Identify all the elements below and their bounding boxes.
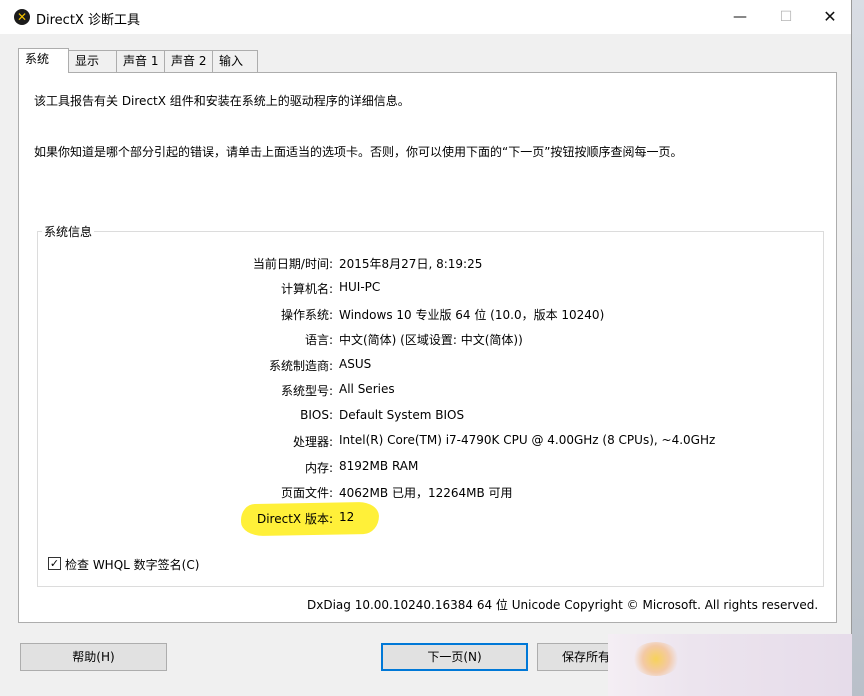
info-value-bios: Default System BIOS [339,408,465,422]
info-value-model: All Series [339,382,395,396]
info-value-manufacturer: ASUS [339,357,372,371]
system-info-group-title: 系统信息 [42,223,95,240]
desktop-background [852,0,864,696]
info-value-datetime: 2015年8月27日, 8:19:25 [339,257,483,271]
directx-diag-window: ✕ DirectX 诊断工具 — ☐ ✕ 系统 显示 声音 1 声音 2 输入 … [0,0,852,696]
info-value-directx-version: 12 [339,510,355,524]
intro-text-2: 如果你知道是哪个部分引起的错误，请单击上面适当的选项卡。否则，你可以使用下面的“… [34,145,683,159]
maximize-button[interactable]: ☐ [763,0,809,34]
help-button[interactable]: 帮助(H) [20,643,167,671]
tab-sound-1[interactable]: 声音 1 [116,50,165,72]
close-button[interactable]: ✕ [807,0,853,34]
info-label-processor: 处理器: [292,435,333,449]
info-label-language: 语言: [304,333,333,347]
next-page-button[interactable]: 下一页(N) [381,643,528,671]
info-label-manufacturer: 系统制造商: [268,359,333,373]
watermark-glow [632,642,680,676]
tab-input[interactable]: 输入 [212,50,258,72]
tab-system[interactable]: 系统 [18,48,69,73]
info-label-os: 操作系统: [280,308,333,322]
info-value-processor: Intel(R) Core(TM) i7-4790K CPU @ 4.00GHz… [339,433,716,447]
title-bar[interactable]: ✕ DirectX 诊断工具 — ☐ ✕ [0,0,851,34]
minimize-button[interactable]: — [717,0,763,34]
window-title: DirectX 诊断工具 [36,13,140,28]
watermark-overlay [608,634,852,696]
directx-x-icon: ✕ [14,9,30,25]
info-label-computer-name: 计算机名: [280,282,333,296]
info-label-directx-version: DirectX 版本: [256,512,333,526]
intro-text-1: 该工具报告有关 DirectX 组件和安装在系统上的驱动程序的详细信息。 [34,94,410,108]
info-label-model: 系统型号: [280,384,333,398]
dxdiag-version-info: DxDiag 10.00.10240.16384 64 位 Unicode Co… [307,598,819,612]
info-value-page-file: 4062MB 已用，12264MB 可用 [339,486,513,500]
info-value-os: Windows 10 专业版 64 位 (10.0，版本 10240) [339,308,605,322]
whql-checkbox[interactable]: ✓ [48,557,61,570]
whql-checkbox-label[interactable]: 检查 WHQL 数字签名(C) [65,556,199,573]
info-label-bios: BIOS: [300,408,333,422]
info-value-language: 中文(简体) (区域设置: 中文(简体)) [339,333,523,347]
tab-display[interactable]: 显示 [68,50,117,72]
info-value-computer-name: HUI-PC [339,280,381,294]
info-label-memory: 内存: [304,461,333,475]
info-value-memory: 8192MB RAM [339,459,419,473]
info-label-datetime: 当前日期/时间: [252,257,333,271]
tab-sound-2[interactable]: 声音 2 [164,50,213,72]
info-label-page-file: 页面文件: [280,486,333,500]
system-tab-panel: 该工具报告有关 DirectX 组件和安装在系统上的驱动程序的详细信息。 如果你… [18,72,837,623]
